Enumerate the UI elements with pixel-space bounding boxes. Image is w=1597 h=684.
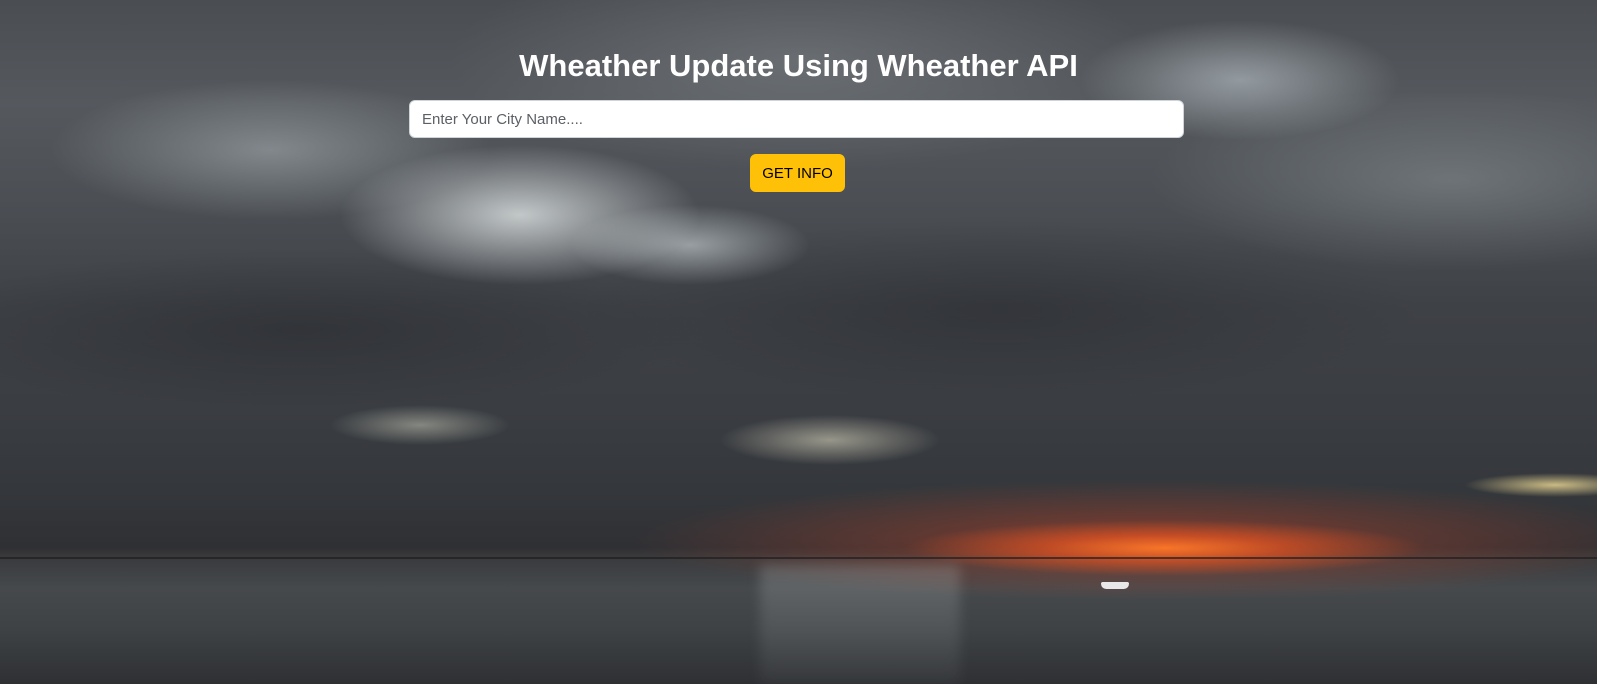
boat-shape — [1101, 582, 1129, 589]
page-background: Wheather Update Using Wheather API GET I… — [0, 0, 1597, 684]
city-name-input[interactable] — [409, 100, 1184, 138]
horizon-line — [0, 557, 1597, 559]
page-title: Wheather Update Using Wheather API — [519, 48, 1078, 83]
get-info-button[interactable]: GET INFO — [750, 154, 845, 192]
sea-reflection — [760, 565, 960, 684]
